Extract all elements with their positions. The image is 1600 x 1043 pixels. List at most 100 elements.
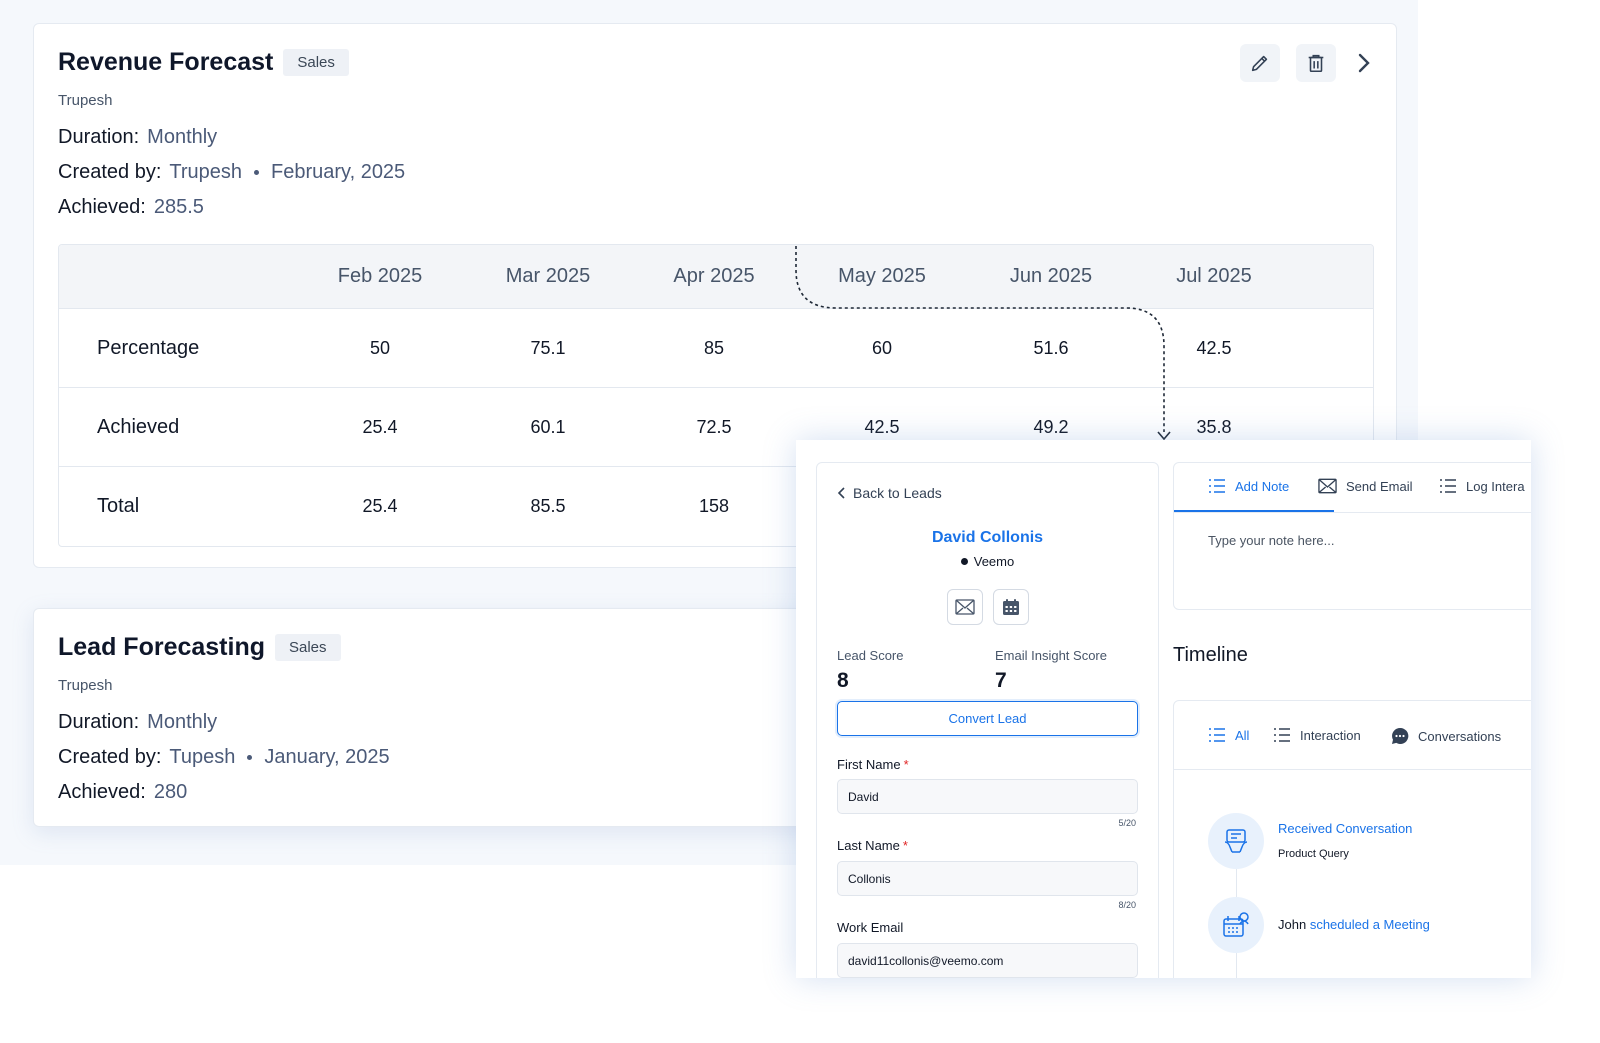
column-header: Jun 2025 — [1009, 265, 1093, 287]
table-cell: 60.1 — [530, 417, 566, 437]
calendar-button[interactable] — [993, 589, 1029, 625]
card-actions — [1240, 44, 1376, 82]
email-button[interactable] — [947, 589, 983, 625]
required-asterisk: * — [902, 838, 908, 853]
first-name-field[interactable]: David — [837, 779, 1138, 814]
mail-icon — [1318, 478, 1337, 494]
timeline-title: Timeline — [1173, 644, 1248, 666]
achieved-row: Achieved: 285.5 — [58, 196, 204, 219]
note-input[interactable]: Type your note here... — [1208, 533, 1334, 548]
created-label: Created by: — [58, 161, 162, 183]
table-cell: 85 — [703, 338, 725, 358]
list-icon — [1440, 479, 1456, 493]
last-name-char-count: 8/20 — [1118, 900, 1136, 910]
category-tag: Sales — [283, 49, 349, 76]
timeline-tabs: All Interaction Conversations — [1174, 701, 1531, 770]
first-name-label-text: First Name — [837, 757, 901, 772]
timeline-item-title[interactable]: Received Conversation — [1278, 821, 1412, 836]
active-tab-indicator — [1174, 510, 1334, 512]
lead-score-value: 8 — [837, 669, 849, 692]
column-header: Feb 2025 — [337, 265, 423, 287]
table-cell: 158 — [698, 496, 730, 516]
achieved-value: 280 — [153, 781, 188, 803]
tab-label: Add Note — [1235, 478, 1290, 494]
lead-detail-panel: Back to Leads David Collonis Veemo Lead … — [796, 440, 1531, 978]
column-header: May 2025 — [838, 265, 926, 287]
achieved-value: 285.5 — [153, 196, 204, 218]
timeline-item-subtitle: Product Query — [1278, 848, 1349, 860]
tab-send-email[interactable]: Send Email — [1318, 478, 1412, 494]
achieved-label: Achieved: — [58, 196, 146, 218]
back-to-leads-link[interactable]: Back to Leads — [837, 485, 942, 501]
timeline-action[interactable]: scheduled a Meeting — [1310, 917, 1430, 932]
tab-label: Interaction — [1300, 727, 1361, 743]
conversation-icon — [1208, 813, 1264, 869]
created-row: Created by: Tupesh January, 2025 — [58, 746, 390, 769]
created-by: Tupesh — [169, 746, 236, 768]
created-label: Created by: — [58, 746, 162, 768]
tab-label: Send Email — [1346, 478, 1413, 494]
created-row: Created by: Trupesh February, 2025 — [58, 161, 405, 184]
email-score-label: Email Insight Score — [995, 648, 1107, 663]
table-cell: 75.1 — [530, 338, 566, 358]
table-cell: 60 — [871, 338, 893, 358]
separator-dot — [247, 755, 253, 760]
tab-log-interaction[interactable]: Log Intera — [1439, 478, 1525, 494]
lead-quick-actions — [947, 589, 1029, 625]
card-owner: Trupesh — [58, 677, 113, 694]
lead-company: Veemo — [817, 554, 1158, 569]
chevron-right-icon — [1358, 53, 1370, 73]
tab-all[interactable]: All — [1208, 727, 1249, 743]
tab-label: Conversations — [1418, 728, 1502, 744]
timeline-user: John — [1278, 917, 1307, 932]
table-cell: 35.8 — [1196, 417, 1232, 437]
row-label: Percentage — [97, 337, 200, 359]
first-name-char-count: 5/20 — [1118, 818, 1136, 828]
card-header: Revenue Forecast Sales — [58, 48, 349, 77]
lead-score-label: Lead Score — [837, 648, 904, 663]
last-name-field[interactable]: Collonis — [837, 861, 1138, 896]
work-email-label: Work Email — [837, 920, 904, 935]
convert-lead-button[interactable]: Convert Lead — [837, 701, 1138, 736]
company-bullet — [960, 558, 968, 565]
list-icon — [1274, 728, 1290, 742]
edit-button[interactable] — [1240, 44, 1280, 82]
duration-label: Duration: — [58, 126, 140, 148]
achieved-row: Achieved: 280 — [58, 781, 187, 804]
achieved-label: Achieved: — [58, 781, 146, 803]
separator-dot — [254, 170, 260, 175]
column-header: Jul 2025 — [1176, 265, 1252, 287]
column-header: Apr 2025 — [673, 265, 755, 287]
table-cell: 72.5 — [696, 417, 732, 437]
activity-tabs: Add Note Send Email Log Intera — [1174, 463, 1531, 513]
category-tag: Sales — [275, 634, 341, 661]
tab-add-note[interactable]: Add Note — [1208, 478, 1289, 494]
card-header: Lead Forecasting Sales — [58, 633, 341, 662]
chevron-left-icon — [837, 487, 845, 499]
tab-interaction[interactable]: Interaction — [1273, 727, 1361, 743]
table-cell: 51.6 — [1033, 338, 1069, 358]
card-title: Revenue Forecast — [58, 48, 274, 76]
table-cell: 25.4 — [362, 496, 398, 516]
table-cell: 49.2 — [1033, 417, 1069, 437]
list-icon — [1209, 479, 1225, 493]
next-button[interactable] — [1352, 44, 1376, 82]
table-cell: 25.4 — [362, 417, 398, 437]
back-label: Back to Leads — [853, 485, 942, 501]
tab-label: Log Intera — [1466, 478, 1525, 494]
table-header: Feb 2025 Mar 2025 Apr 2025 May 2025 Jun … — [59, 245, 1373, 309]
tab-conversations[interactable]: Conversations — [1391, 727, 1501, 745]
mail-icon — [955, 599, 975, 615]
row-label: Total — [97, 495, 140, 517]
table-cell: 42.5 — [1196, 338, 1232, 358]
lead-name[interactable]: David Collonis — [817, 529, 1158, 547]
work-email-field[interactable]: david11collonis@veemo.com — [837, 943, 1138, 978]
calendar-icon — [1003, 599, 1019, 615]
trash-icon — [1308, 54, 1324, 73]
delete-button[interactable] — [1296, 44, 1336, 82]
table-cell: 50 — [369, 338, 391, 358]
company-name: Veemo — [973, 554, 1015, 569]
tab-label: All — [1235, 727, 1250, 743]
table-cell: 85.5 — [530, 496, 566, 516]
last-name-label: Last Name * — [837, 838, 908, 853]
